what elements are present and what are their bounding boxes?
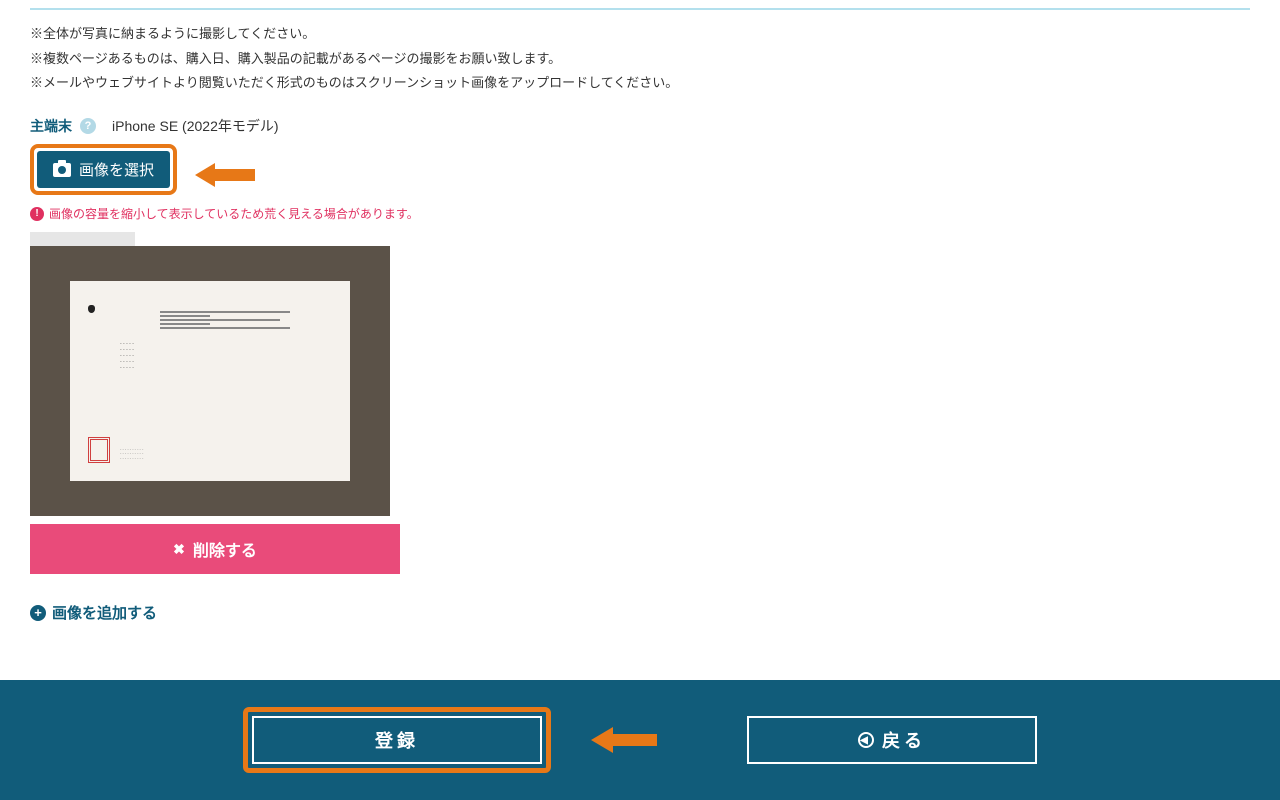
device-row: 主端末 ? iPhone SE (2022年モデル)	[30, 116, 1250, 136]
back-button[interactable]: ◀ 戻る	[747, 716, 1037, 764]
warning-icon: !	[30, 207, 44, 221]
uploaded-image-thumbnail[interactable]: - - - - -- - - - -- - - - -- - - - -- - …	[30, 246, 390, 516]
camera-icon	[53, 163, 71, 177]
section-divider	[30, 8, 1250, 10]
select-image-button[interactable]: 画像を選択	[37, 151, 170, 188]
plus-circle-icon: +	[30, 605, 46, 621]
footer-bar: 登録 ◀ 戻る	[0, 680, 1280, 800]
help-icon[interactable]: ?	[80, 118, 96, 134]
annotation-arrow-icon	[591, 727, 657, 753]
add-image-label: 画像を追加する	[52, 602, 157, 623]
document-preview: - - - - -- - - - -- - - - -- - - - -- - …	[70, 281, 350, 481]
submit-button[interactable]: 登録	[252, 716, 542, 764]
submit-highlight: 登録	[243, 707, 551, 773]
device-label: 主端末	[30, 116, 72, 136]
select-image-label: 画像を選択	[79, 159, 154, 180]
note-line-1: ※全体が写真に納まるように撮影してください。	[30, 22, 1250, 47]
add-image-link[interactable]: + 画像を追加する	[30, 602, 157, 623]
submit-label: 登録	[375, 727, 419, 753]
placeholder-strip	[30, 232, 135, 246]
delete-image-button[interactable]: ✖ 削除する	[30, 524, 400, 574]
uploaded-image-card: - - - - -- - - - -- - - - -- - - - -- - …	[30, 246, 390, 574]
delete-label: 削除する	[193, 537, 257, 561]
annotation-arrow-icon	[195, 163, 255, 187]
warning-text: 画像の容量を縮小して表示しているため荒く見える場合があります。	[49, 205, 419, 222]
device-name: iPhone SE (2022年モデル)	[112, 116, 279, 136]
warning-line: ! 画像の容量を縮小して表示しているため荒く見える場合があります。	[30, 205, 1250, 222]
note-line-3: ※メールやウェブサイトより閲覧いただく形式のものはスクリーンショット画像をアップ…	[30, 71, 1250, 96]
close-icon: ✖	[173, 541, 185, 558]
instruction-notes: ※全体が写真に納まるように撮影してください。 ※複数ページあるものは、購入日、購…	[30, 22, 1250, 96]
arrow-left-circle-icon: ◀	[858, 732, 874, 748]
note-line-2: ※複数ページあるものは、購入日、購入製品の記載があるページの撮影をお願い致します…	[30, 47, 1250, 72]
select-image-highlight: 画像を選択	[30, 144, 177, 195]
back-label: 戻る	[882, 727, 926, 753]
